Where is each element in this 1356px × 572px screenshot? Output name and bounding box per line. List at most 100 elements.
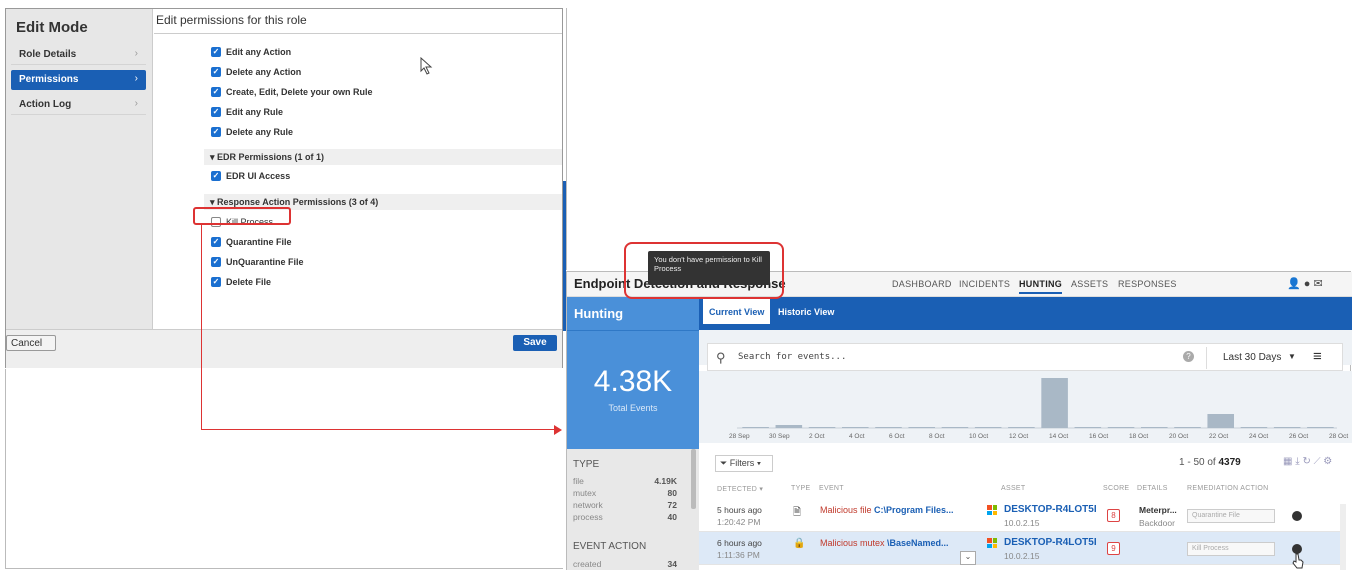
histogram-bar[interactable] [974, 427, 1002, 428]
save-button[interactable]: Save [513, 335, 557, 351]
menu-icon[interactable]: ≡ [1313, 348, 1322, 365]
facet-type-header: TYPE [573, 459, 600, 470]
histogram-bar[interactable] [1008, 427, 1035, 428]
facet-row-mutex[interactable]: mutex 80 [573, 488, 677, 498]
tab-historic-view[interactable]: Historic View [778, 307, 834, 317]
asset-name[interactable]: DESKTOP-R4LOT5I [1004, 504, 1097, 515]
facet-row-file[interactable]: file 4.19K [573, 476, 677, 486]
nav-dashboard[interactable]: DASHBOARD [892, 279, 952, 289]
remediation-select[interactable]: Quarantine File [1187, 509, 1275, 523]
column-detected[interactable]: DETECTED ▾ [717, 485, 763, 493]
permission-delete-any-action[interactable]: ✓ Delete any Action [211, 65, 301, 79]
histogram-bar[interactable] [841, 427, 869, 428]
histogram-tick-label: 14 Oct [1049, 433, 1069, 440]
column-details[interactable]: DETAILS [1137, 485, 1168, 492]
detected-time: 1:11:36 PM [717, 550, 760, 560]
facet-label: process [573, 512, 603, 522]
permission-delete-file[interactable]: ✓ Delete File [211, 275, 271, 289]
histogram-bar[interactable] [1174, 427, 1201, 428]
sidebar-item-role-details[interactable]: Role Details › [11, 45, 146, 65]
event-description[interactable]: Malicious mutex \BaseNamed... [820, 538, 949, 548]
cancel-button[interactable]: Cancel [6, 335, 56, 351]
histogram-bar[interactable] [1140, 427, 1168, 428]
histogram-tick-label: 2 Oct [809, 433, 825, 440]
tab-current-view[interactable]: Current View [703, 299, 771, 324]
event-target[interactable]: C:\Program Files... [874, 505, 954, 515]
table-row[interactable]: 6 hours ago 1:11:36 PM 🔒 Malicious mutex… [699, 532, 1344, 565]
histogram-bar[interactable] [1074, 427, 1102, 428]
histogram-bar[interactable] [875, 427, 902, 428]
panel-divider [566, 8, 567, 270]
refresh-icon[interactable]: ↻ [1302, 456, 1310, 467]
details-category: Backdoor [1139, 518, 1175, 528]
histogram-bar[interactable] [1240, 427, 1268, 428]
sidebar-item-label: Action Log [19, 99, 72, 110]
histogram-bar[interactable] [808, 427, 836, 428]
facet-row-network[interactable]: network 72 [573, 500, 677, 510]
nav-incidents[interactable]: INCIDENTS [959, 279, 1010, 289]
checkbox-checked-icon[interactable]: ✓ [211, 67, 221, 77]
column-remediation[interactable]: REMEDIATION ACTION [1187, 485, 1269, 492]
mail-icon[interactable]: ✉ [1313, 278, 1322, 290]
checkbox-checked-icon[interactable]: ✓ [211, 257, 221, 267]
nav-hunting[interactable]: HUNTING [1019, 279, 1063, 294]
permission-own-rule[interactable]: ✓ Create, Edit, Delete your own Rule [211, 85, 373, 99]
nav-assets[interactable]: ASSETS [1071, 279, 1108, 289]
edr-permissions-group[interactable]: ▾ EDR Permissions (1 of 1) [204, 149, 562, 165]
search-input[interactable]: Search for events... [738, 352, 846, 362]
histogram-bar[interactable] [941, 427, 969, 428]
checkbox-checked-icon[interactable]: ✓ [211, 127, 221, 137]
histogram-bar[interactable] [1307, 427, 1334, 428]
expand-row-button[interactable]: ⌄ [960, 551, 976, 565]
column-score[interactable]: SCORE [1103, 485, 1129, 492]
histogram-tick-label: 22 Oct [1209, 433, 1229, 440]
checkbox-checked-icon[interactable]: ✓ [211, 171, 221, 181]
user-icon[interactable]: 👤 [1287, 278, 1301, 290]
remediation-select[interactable]: Kill Process [1187, 542, 1275, 556]
checkbox-checked-icon[interactable]: ✓ [211, 107, 221, 117]
search-bar[interactable]: ⚲ Search for events... ? Last 30 Days ▼ … [707, 343, 1343, 371]
histogram-bar[interactable] [1041, 378, 1068, 428]
event-target[interactable]: \BaseNamed... [887, 538, 949, 548]
histogram-bar[interactable] [908, 427, 936, 428]
columns-icon[interactable]: ▦ [1283, 456, 1292, 467]
filters-button[interactable]: ⏷ Filters ▾ [715, 455, 773, 472]
asset-name[interactable]: DESKTOP-R4LOT5I [1004, 537, 1097, 548]
info-icon[interactable] [1292, 511, 1302, 521]
column-type[interactable]: TYPE [791, 485, 810, 492]
permission-edit-any-action[interactable]: ✓ Edit any Action [211, 45, 291, 59]
permission-delete-any-rule[interactable]: ✓ Delete any Rule [211, 125, 293, 139]
chart-icon[interactable]: ⟋ [1314, 456, 1321, 467]
sidebar-item-action-log[interactable]: Action Log › [11, 95, 146, 115]
histogram-bar[interactable] [1207, 414, 1235, 428]
permission-edr-ui-access[interactable]: ✓ EDR UI Access [211, 169, 290, 183]
permission-edit-any-rule[interactable]: ✓ Edit any Rule [211, 105, 283, 119]
event-description[interactable]: Malicious file C:\Program Files... [820, 505, 954, 515]
histogram-bar[interactable] [775, 425, 803, 428]
table-scrollbar[interactable] [1340, 504, 1346, 570]
histogram-bar[interactable] [742, 427, 769, 428]
checkbox-checked-icon[interactable]: ✓ [211, 277, 221, 287]
help-icon[interactable]: ● [1304, 278, 1311, 290]
settings-icon[interactable]: ⚙ [1323, 456, 1332, 467]
checkbox-checked-icon[interactable]: ✓ [211, 47, 221, 57]
facets-scrollbar[interactable] [691, 449, 696, 509]
time-range-select[interactable]: Last 30 Days [1223, 352, 1281, 363]
sidebar-item-permissions[interactable]: Permissions › [11, 70, 146, 90]
help-icon[interactable]: ? [1183, 351, 1194, 362]
facet-row-process[interactable]: process 40 [573, 512, 677, 522]
hunting-sidebar: Hunting 4.38K Total Events TYPE file 4.19… [567, 297, 699, 570]
checkbox-checked-icon[interactable]: ✓ [211, 237, 221, 247]
table-row[interactable]: 5 hours ago 1:20:42 PM 🗎 Malicious file … [699, 499, 1344, 532]
download-icon[interactable]: ⤓ [1295, 456, 1299, 467]
histogram-bar[interactable] [1107, 427, 1135, 428]
permission-unquarantine-file[interactable]: ✓ UnQuarantine File [211, 255, 304, 269]
histogram-bar[interactable] [1273, 427, 1301, 428]
chevron-down-icon[interactable]: ▼ [1288, 352, 1296, 361]
permission-quarantine-file[interactable]: ✓ Quarantine File [211, 235, 292, 249]
checkbox-checked-icon[interactable]: ✓ [211, 87, 221, 97]
column-event[interactable]: EVENT [819, 485, 844, 492]
nav-responses[interactable]: RESPONSES [1118, 279, 1177, 289]
facet-row-created[interactable]: created 34 [573, 559, 677, 569]
column-asset[interactable]: ASSET [1001, 485, 1025, 492]
